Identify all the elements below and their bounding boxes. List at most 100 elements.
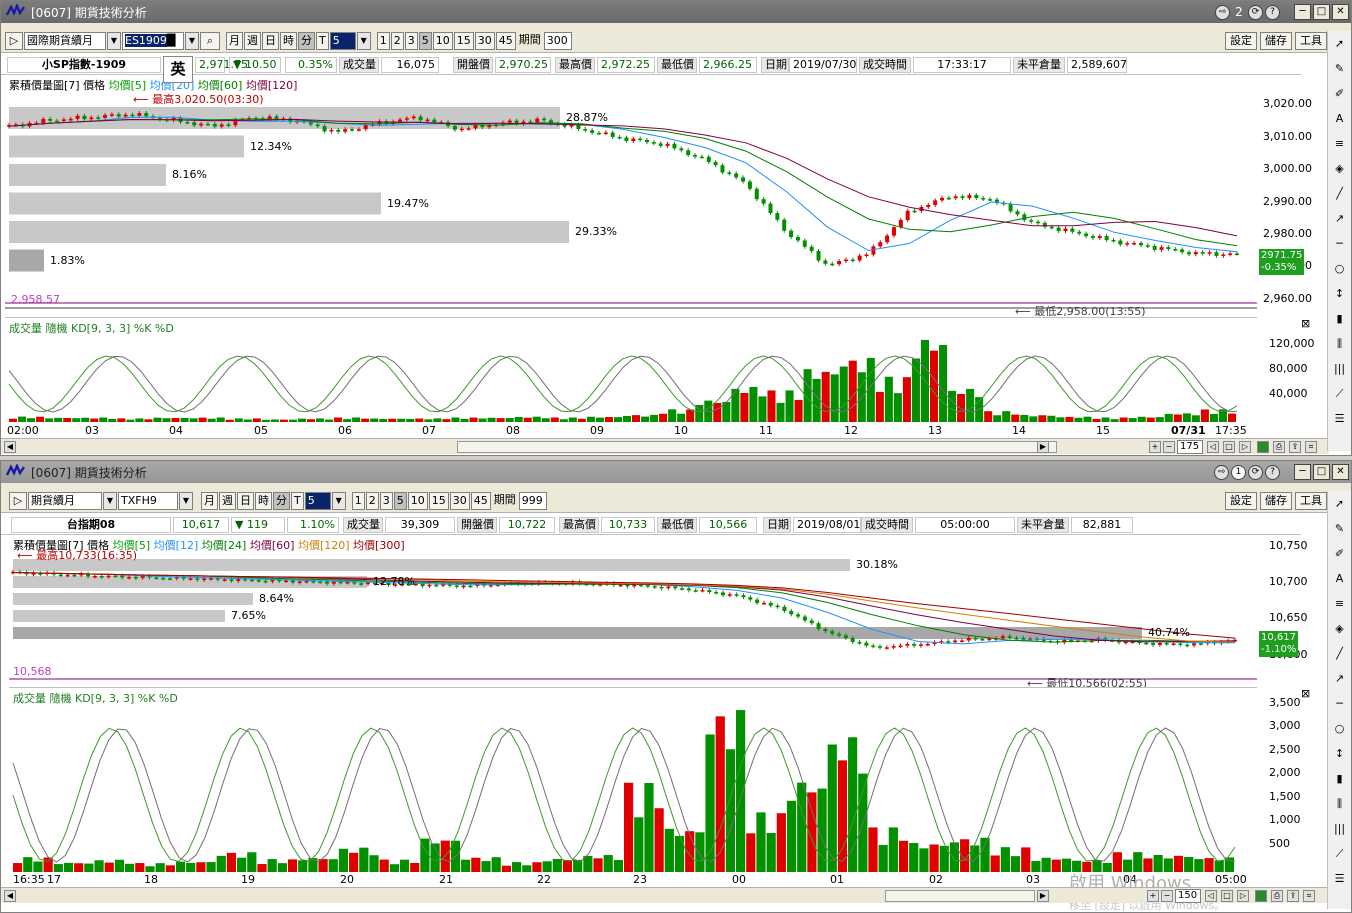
play-button[interactable]: ▷ (9, 491, 27, 510)
period-month[interactable]: 月 (226, 31, 243, 50)
title-bar[interactable]: [0607] 期貨技術分析 ⇨ 2 ⟳ ? ─ □ ✕ (1, 1, 1351, 23)
scroll-next-icon[interactable]: ▷ (1239, 441, 1251, 453)
mult-15[interactable]: 15 (428, 491, 449, 510)
close-pane-icon[interactable]: ⊠ (1301, 687, 1310, 700)
mult-15[interactable]: 15 (453, 31, 474, 50)
scroll-thumb[interactable] (457, 441, 1057, 453)
mult-3[interactable]: 3 (404, 31, 418, 50)
scroll-left-icon[interactable]: ◀ (4, 441, 16, 453)
mult-1[interactable]: 1 (376, 31, 390, 50)
hline-multi-icon[interactable]: ≡ (1330, 131, 1350, 156)
columns-tool-icon[interactable]: ||| (1330, 816, 1350, 841)
hline-tool-icon[interactable]: ─ (1330, 691, 1350, 716)
chevron-down-icon[interactable]: ▼ (185, 31, 199, 50)
export-icon[interactable]: ⇪ (1287, 890, 1299, 902)
mult-10[interactable]: 10 (407, 491, 428, 510)
hline-multi-icon[interactable]: ≡ (1330, 591, 1350, 616)
period-tick[interactable]: T (291, 491, 304, 510)
chart-type-icon[interactable]: ⌗ (1303, 890, 1315, 902)
price-chart[interactable] (5, 75, 1257, 315)
scroll-thumb[interactable] (885, 890, 1035, 902)
text-tool-icon[interactable]: A (1330, 566, 1350, 591)
save-button[interactable]: 儲存 (1260, 32, 1292, 50)
circle-tool-icon[interactable]: ○ (1330, 716, 1350, 741)
eraser-icon[interactable]: ✎ (1330, 516, 1350, 541)
symbol-input[interactable]: TXFH9 (118, 491, 178, 510)
minimize-button[interactable]: ─ (1294, 464, 1311, 480)
search-icon[interactable]: ⌕ (200, 31, 220, 50)
tools-button[interactable]: 工具 (1295, 492, 1327, 510)
circle-tool-icon[interactable]: ○ (1330, 256, 1350, 281)
sync-icon[interactable]: ⟳ (1248, 464, 1263, 480)
export-icon[interactable]: ⇪ (1289, 441, 1301, 453)
mult-30[interactable]: 30 (474, 31, 495, 50)
minutes-select[interactable]: 5 (304, 491, 331, 510)
line-tool-icon[interactable]: ╱ (1330, 641, 1350, 666)
multi-eraser-icon[interactable]: ✐ (1330, 541, 1350, 566)
period-month[interactable]: 月 (201, 491, 218, 510)
span-input[interactable]: 300 (543, 31, 572, 50)
help-icon[interactable]: ? (1265, 464, 1280, 480)
fill-icon[interactable]: ◈ (1330, 156, 1350, 181)
ime-indicator[interactable]: 英 (163, 56, 193, 83)
zoom-in-icon[interactable]: + (1149, 441, 1161, 453)
vline-tool-icon[interactable]: ↕ (1330, 281, 1350, 306)
eraser-icon[interactable]: ✎ (1330, 56, 1350, 81)
scroll-prev-icon[interactable]: ◁ (1207, 441, 1219, 453)
volume-chart[interactable] (9, 688, 1257, 874)
bars-tool-icon[interactable]: ⫼ (1330, 791, 1350, 816)
scroll-left-icon[interactable]: ◀ (4, 890, 16, 902)
symbol-input[interactable]: ES1909█ (122, 31, 184, 50)
minutes-select[interactable]: 5 (329, 31, 356, 50)
arrow-tool-icon[interactable]: ↗ (1330, 666, 1350, 691)
help-icon[interactable]: ? (1265, 4, 1280, 20)
scroll-right-icon[interactable]: ▶ (1037, 890, 1049, 902)
chevron-down-icon[interactable]: ▼ (103, 491, 117, 510)
link-icon[interactable]: ⇨ (1215, 4, 1230, 20)
fill-icon[interactable]: ◈ (1330, 616, 1350, 641)
excel-icon[interactable] (1257, 441, 1269, 453)
period-hour[interactable]: 時 (280, 31, 297, 50)
close-pane-icon[interactable]: ⊠ (1301, 317, 1310, 330)
scroll-next-icon[interactable]: ▷ (1237, 890, 1249, 902)
mult-10[interactable]: 10 (432, 31, 453, 50)
columns-tool-icon[interactable]: ||| (1330, 356, 1350, 381)
line-tool-icon[interactable]: ╱ (1330, 181, 1350, 206)
fan-tool-icon[interactable]: ⟋ (1330, 841, 1350, 866)
mult-2[interactable]: 2 (390, 31, 404, 50)
scroll-count[interactable]: 175 (1177, 440, 1203, 454)
volume-chart[interactable] (5, 318, 1257, 424)
mult-45[interactable]: 45 (495, 31, 516, 50)
cursor-icon[interactable]: ➚ (1330, 31, 1350, 56)
excel-icon[interactable] (1255, 890, 1267, 902)
period-tick[interactable]: T (316, 31, 329, 50)
scroll-count[interactable]: 150 (1175, 889, 1201, 903)
link-icon[interactable]: ⇨ (1214, 464, 1229, 480)
fib-tool-icon[interactable]: ☰ (1330, 406, 1350, 431)
mult-5[interactable]: 5 (418, 31, 432, 50)
close-button[interactable]: ✕ (1332, 464, 1349, 480)
candle-tool-icon[interactable]: ▮ (1330, 766, 1350, 791)
fan-tool-icon[interactable]: ⟋ (1330, 381, 1350, 406)
chevron-down-icon[interactable]: ▼ (331, 491, 346, 510)
scrollbar[interactable]: ◀ ▶ + − 175 ◁ □ ▷ ⎙ ⇪ ⌗ (1, 438, 1329, 454)
settings-button[interactable]: 設定 (1225, 32, 1257, 50)
arrow-tool-icon[interactable]: ↗ (1330, 206, 1350, 231)
zoom-out-icon[interactable]: − (1163, 441, 1175, 453)
title-bar[interactable]: [0607] 期貨技術分析 ⇨ 1 ⟳ ? ─ □ ✕ (1, 461, 1351, 483)
bars-tool-icon[interactable]: ⫼ (1330, 331, 1350, 356)
mult-45[interactable]: 45 (470, 491, 491, 510)
period-minute[interactable]: 分 (298, 31, 315, 50)
scrollbar[interactable]: ◀ ▶ + − 150 ◁ □ ▷ ⎙ ⇪ ⌗ (1, 887, 1329, 903)
chart-type-icon[interactable]: ⌗ (1305, 441, 1317, 453)
chevron-down-icon[interactable]: ▼ (356, 31, 371, 50)
vline-tool-icon[interactable]: ↕ (1330, 741, 1350, 766)
period-hour[interactable]: 時 (255, 491, 272, 510)
price-chart[interactable] (9, 535, 1257, 685)
period-minute[interactable]: 分 (273, 491, 290, 510)
period-week[interactable]: 週 (244, 31, 261, 50)
print-icon[interactable]: ⎙ (1271, 890, 1283, 902)
stop-icon[interactable]: □ (1223, 441, 1235, 453)
zoom-in-icon[interactable]: + (1147, 890, 1159, 902)
mult-5[interactable]: 5 (393, 491, 407, 510)
